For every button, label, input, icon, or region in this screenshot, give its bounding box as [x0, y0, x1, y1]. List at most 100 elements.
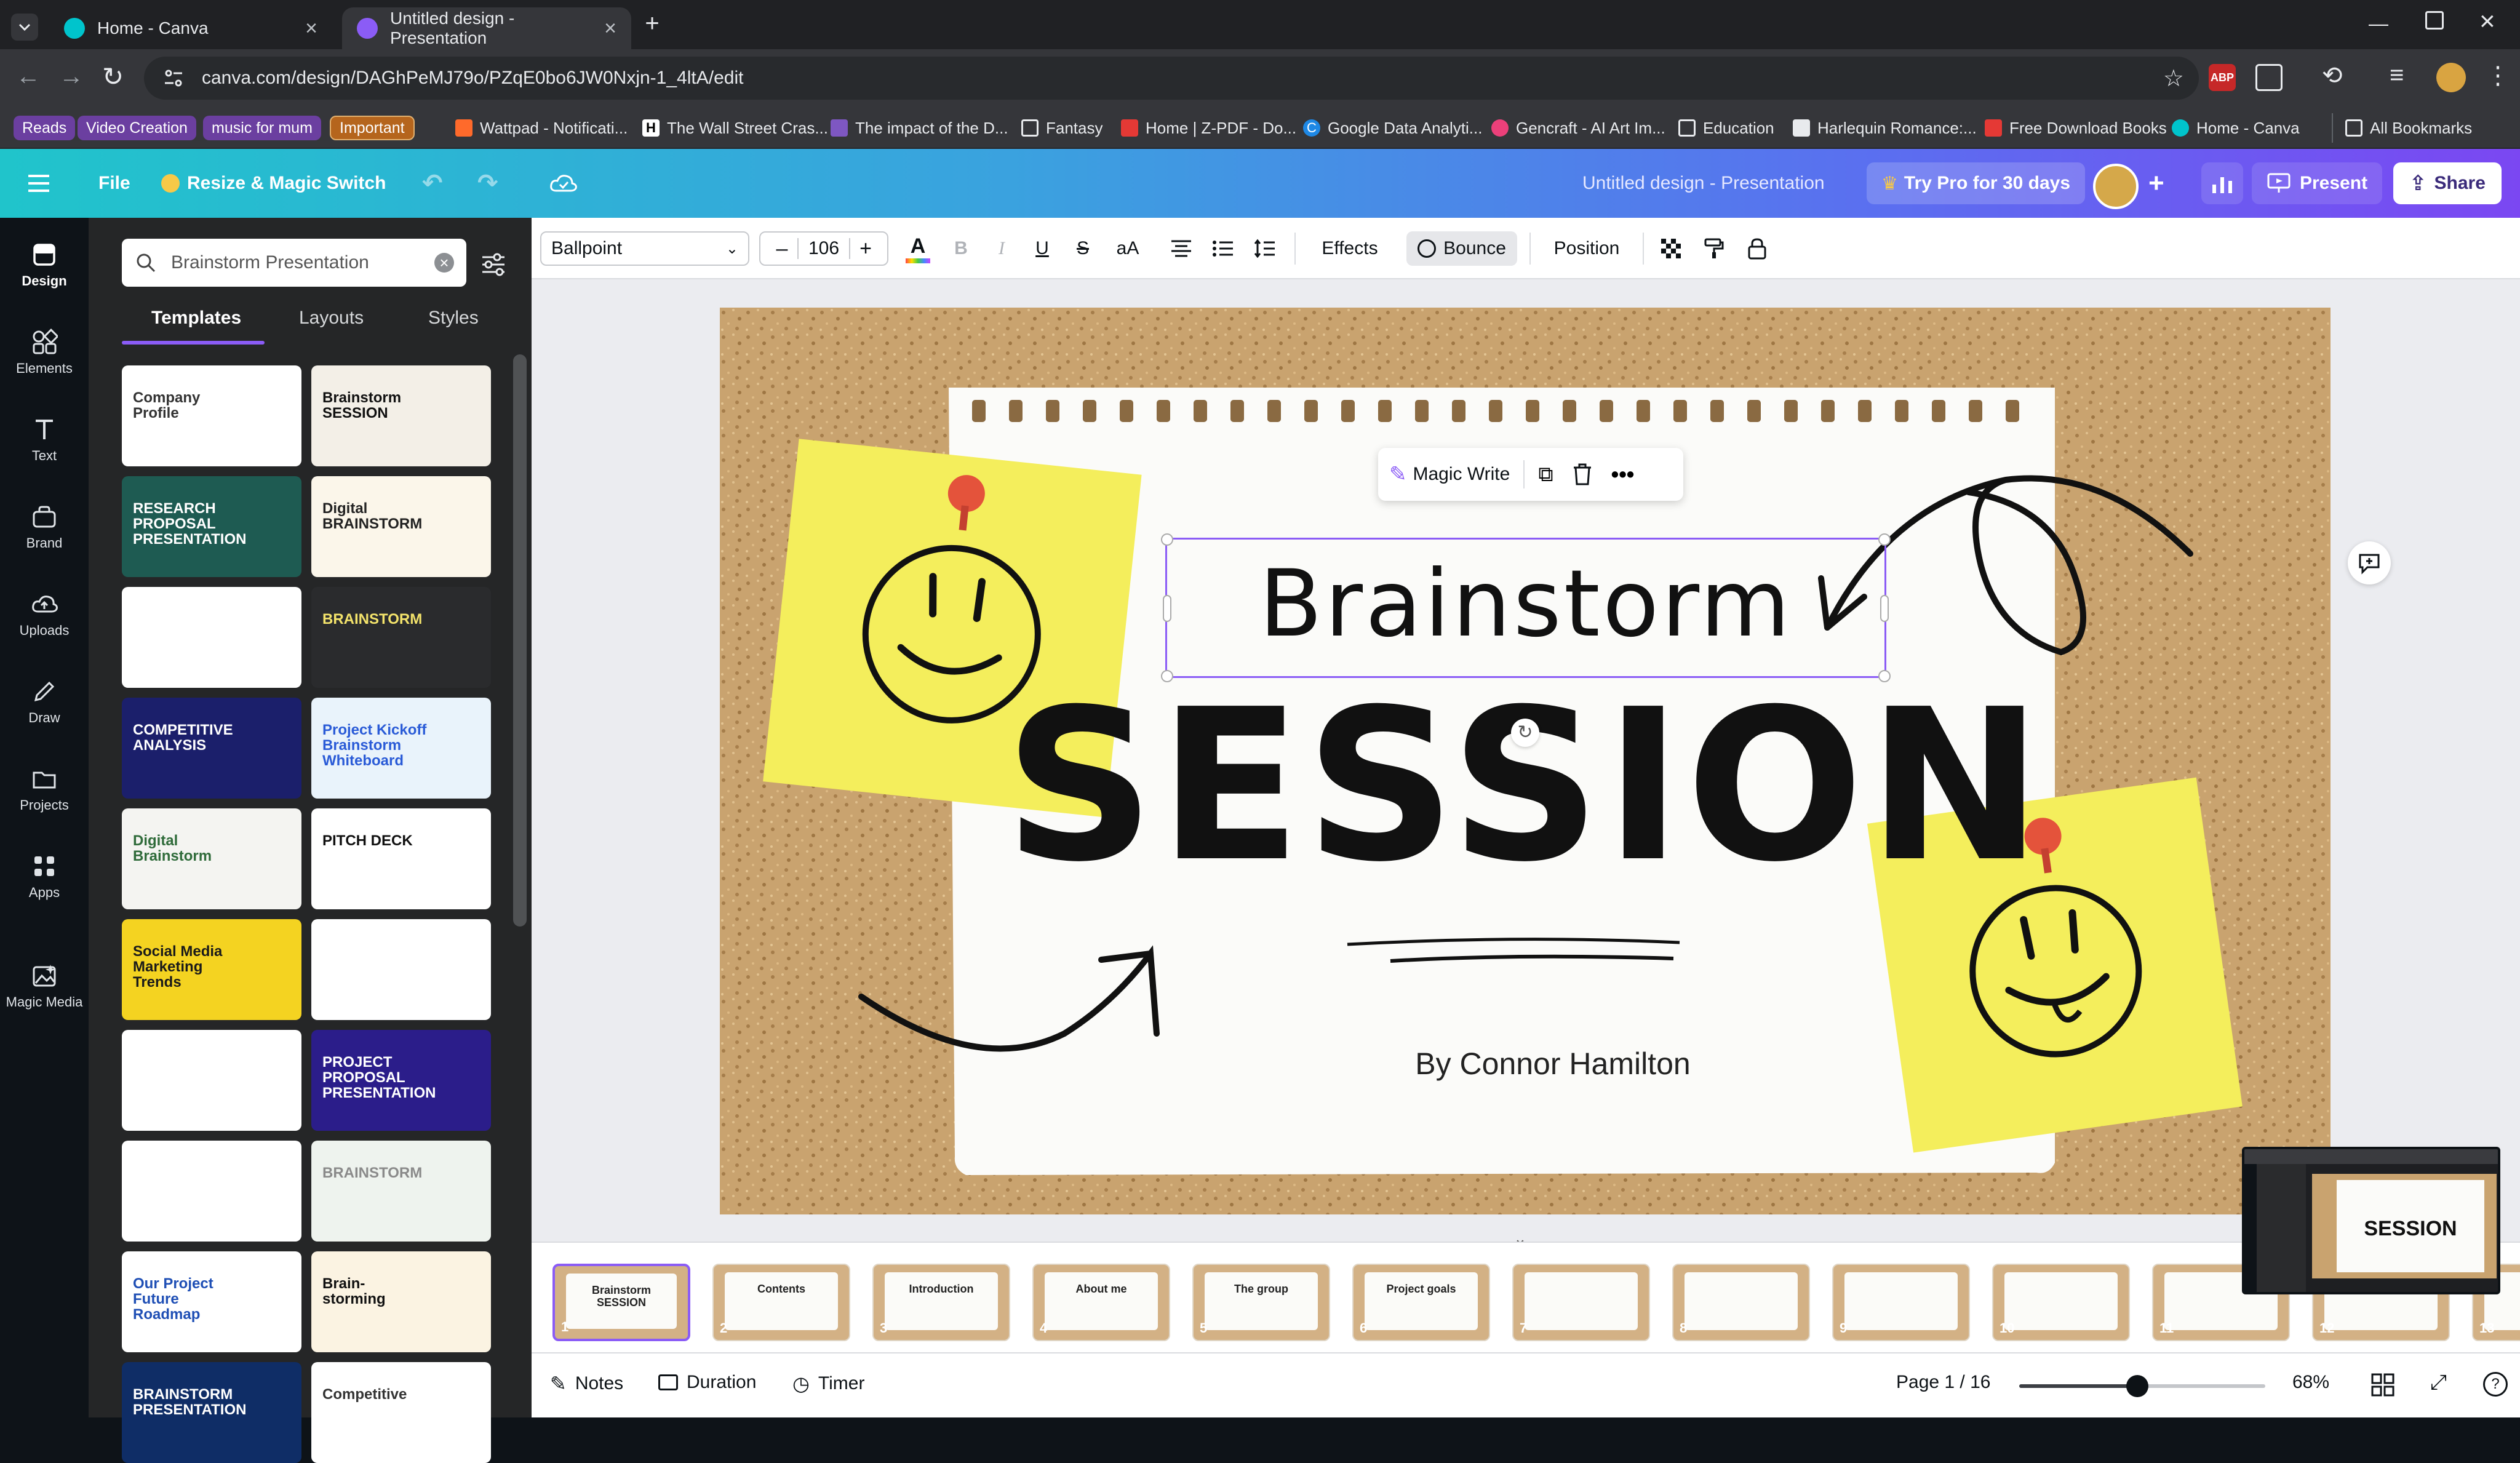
all-bookmarks[interactable]: All Bookmarks: [2332, 113, 2472, 143]
page-thumbnail[interactable]: Contents 2: [712, 1264, 850, 1341]
text-color-button[interactable]: A: [901, 231, 935, 266]
main-menu-button[interactable]: [28, 162, 53, 204]
transparency-button[interactable]: [1654, 231, 1688, 266]
rail-item-text[interactable]: Text: [0, 416, 89, 464]
template-thumbnail[interactable]: BRAINSTORM: [311, 587, 491, 688]
bookmark-google-data[interactable]: C Google Data Analyti...: [1303, 113, 1482, 143]
back-arrow-icon[interactable]: ←: [16, 63, 41, 90]
align-center-button[interactable]: [1164, 231, 1198, 266]
rail-item-elements[interactable]: Elements: [0, 329, 89, 377]
resize-magic-switch-button[interactable]: Resize & Magic Switch: [161, 162, 386, 204]
rail-item-projects[interactable]: Projects: [0, 765, 89, 813]
bookmark-home-canva[interactable]: Home - Canva: [2172, 113, 2300, 143]
bookmark-music-for-mum[interactable]: music for mum: [203, 113, 321, 143]
resize-handle[interactable]: [1878, 670, 1891, 682]
rail-item-magic-media[interactable]: Magic Media: [0, 962, 89, 1010]
zoom-level[interactable]: 68%: [2292, 1372, 2329, 1393]
cloud-save-icon[interactable]: [549, 162, 578, 204]
template-thumbnail[interactable]: PITCH DECK: [311, 808, 491, 909]
template-search[interactable]: Brainstorm Presentation ×: [122, 239, 466, 287]
template-thumbnail[interactable]: Digital Brainstorm: [122, 808, 301, 909]
increase-size-button[interactable]: +: [850, 237, 881, 261]
undo-button[interactable]: ↶: [422, 162, 443, 204]
italic-button[interactable]: I: [984, 231, 1019, 266]
bookmark-harlequin[interactable]: Harlequin Romance:...: [1793, 113, 1977, 143]
template-thumbnail[interactable]: [311, 919, 491, 1020]
clear-search-icon[interactable]: ×: [434, 253, 454, 273]
template-thumbnail[interactable]: PROJECT PROPOSAL PRESENTATION: [311, 1030, 491, 1131]
try-pro-button[interactable]: ♛ Try Pro for 30 days: [1867, 162, 2086, 204]
adblock-extension-icon[interactable]: ABP: [2209, 64, 2236, 91]
template-thumbnail[interactable]: COMPETITIVE ANALYSIS: [122, 698, 301, 799]
tab-home-canva[interactable]: Home - Canva ×: [49, 7, 332, 49]
user-avatar[interactable]: [2093, 164, 2139, 209]
page-thumbnail[interactable]: 10: [1992, 1264, 2130, 1341]
bookmark-wattpad[interactable]: Wattpad - Notificati...: [455, 113, 628, 143]
resize-handle[interactable]: [1880, 595, 1889, 622]
zoom-slider[interactable]: [2019, 1375, 2265, 1397]
template-thumbnail[interactable]: [122, 1030, 301, 1131]
history-icon[interactable]: ⟲: [2322, 62, 2343, 90]
template-thumbnail[interactable]: Project Kickoff Brainstorm Whiteboard: [311, 698, 491, 799]
slide-canvas[interactable]: SESSION By Connor Hamilton Brainstorm ↻ …: [720, 308, 2331, 1214]
position-button[interactable]: Position: [1541, 231, 1633, 266]
filter-button[interactable]: [476, 246, 511, 281]
resize-handle[interactable]: [1878, 533, 1891, 546]
panel-scrollbar[interactable]: [513, 354, 527, 927]
font-size-stepper[interactable]: – 106 +: [759, 231, 888, 266]
page-thumbnail[interactable]: The group 5: [1192, 1264, 1330, 1341]
resize-handle[interactable]: [1163, 595, 1171, 622]
tab-search-button[interactable]: [11, 14, 38, 41]
address-bar[interactable]: canva.com/design/DAGhPeMJ79o/PZqE0bo6JW0…: [144, 57, 2199, 100]
template-thumbnail[interactable]: Social Media Marketing Trends: [122, 919, 301, 1020]
template-thumbnail[interactable]: [122, 1141, 301, 1242]
profile-avatar[interactable]: [2436, 63, 2466, 92]
duration-button[interactable]: Duration: [658, 1372, 756, 1393]
bookmark-video-creation[interactable]: Video Creation: [78, 113, 196, 143]
media-control-icon[interactable]: ≡: [2390, 62, 2404, 89]
page-thumbnail[interactable]: 7: [1512, 1264, 1650, 1341]
duplicate-icon[interactable]: ⧉: [1538, 463, 1553, 487]
file-menu-button[interactable]: File: [98, 162, 130, 204]
browser-menu-icon[interactable]: ⋮: [2486, 62, 2510, 90]
close-window-button[interactable]: ×: [2479, 6, 2495, 37]
underline-button[interactable]: U: [1025, 231, 1059, 266]
copy-style-button[interactable]: [1697, 231, 1731, 266]
page-thumbnail[interactable]: About me 4: [1032, 1264, 1170, 1341]
author-text[interactable]: By Connor Hamilton: [720, 1046, 2331, 1082]
rail-item-draw[interactable]: Draw: [0, 678, 89, 726]
rail-item-brand[interactable]: Brand: [0, 503, 89, 551]
page-thumbnail[interactable]: Project goals 6: [1352, 1264, 1490, 1341]
bookmark-wall-street[interactable]: H The Wall Street Cras...: [642, 113, 828, 143]
tab-layouts[interactable]: Layouts: [299, 308, 364, 329]
zoom-slider-handle[interactable]: [2126, 1375, 2148, 1397]
new-tab-button[interactable]: +: [640, 11, 664, 36]
tab-styles[interactable]: Styles: [428, 308, 479, 329]
tab-untitled-design[interactable]: Untitled design - Presentation ×: [342, 7, 631, 49]
bookmark-free-download-books[interactable]: Free Download Books: [1985, 113, 2167, 143]
site-info-icon[interactable]: [162, 67, 185, 89]
selected-text-box[interactable]: Brainstorm: [1161, 533, 1891, 682]
reload-icon[interactable]: ↻: [102, 62, 124, 92]
fullscreen-icon[interactable]: ⤢: [2430, 1371, 2447, 1395]
present-button[interactable]: Present: [2252, 162, 2383, 204]
magic-write-button[interactable]: ✎ Magic Write: [1389, 462, 1510, 487]
bookmark-important[interactable]: Important: [330, 113, 415, 143]
design-title[interactable]: Untitled design - Presentation: [1582, 162, 1825, 204]
extensions-icon[interactable]: [2255, 64, 2283, 91]
page-indicator[interactable]: Page 1 / 16: [1896, 1372, 1990, 1393]
bookmark-impact[interactable]: The impact of the D...: [831, 113, 1008, 143]
template-thumbnail[interactable]: [122, 587, 301, 688]
template-thumbnail[interactable]: Our Project Future Roadmap: [122, 1251, 301, 1352]
page-thumbnail[interactable]: 9: [1832, 1264, 1970, 1341]
template-thumbnail[interactable]: BRAINSTORM: [311, 1141, 491, 1242]
forward-arrow-icon[interactable]: →: [59, 63, 84, 90]
share-button[interactable]: ⇪ Share: [2393, 162, 2502, 204]
more-options-icon[interactable]: •••: [1611, 461, 1635, 487]
close-icon[interactable]: ×: [604, 17, 616, 41]
template-thumbnail[interactable]: Competitive: [311, 1362, 491, 1463]
decrease-size-button[interactable]: –: [767, 237, 797, 261]
resize-handle[interactable]: [1161, 670, 1173, 682]
letter-case-button[interactable]: aA: [1106, 231, 1149, 266]
bold-button[interactable]: B: [944, 231, 978, 266]
